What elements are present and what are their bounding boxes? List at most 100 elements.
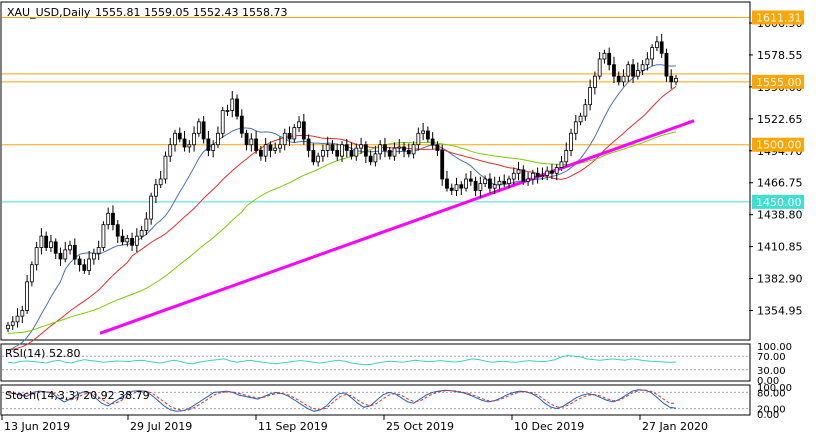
candle-body (468, 178, 473, 182)
candle-body (211, 144, 216, 151)
candle-body (354, 147, 359, 157)
candle-body (53, 241, 58, 254)
candle-body (511, 172, 516, 180)
x-tick-label: 29 Jul 2019 (130, 420, 192, 433)
candle-body (311, 150, 316, 163)
price-label-text: 1450.00 (756, 196, 802, 209)
candle-body (297, 121, 301, 128)
candle-body (631, 64, 635, 77)
candle-body (359, 144, 363, 149)
candle-body (196, 121, 201, 134)
candle-body (655, 41, 659, 48)
y-tick-label: 1382.90 (757, 273, 803, 286)
candle-body (540, 175, 545, 178)
candle-body (225, 110, 230, 112)
candle-body (383, 144, 387, 151)
candle-body (607, 52, 612, 66)
candle-body (301, 121, 306, 140)
candle-body (330, 144, 335, 151)
candle-body (77, 258, 82, 266)
candle-body (387, 150, 392, 157)
stoch-tick-label: 0.00 (757, 410, 779, 421)
candle-body (216, 132, 220, 146)
candle-body (91, 252, 96, 260)
candle-body (325, 144, 330, 151)
candle-body (344, 144, 349, 151)
candle-body (349, 150, 354, 157)
chart-root: 1606.501578.551550.601522.651494.701466.… (0, 0, 822, 438)
candle-body (292, 127, 297, 140)
candle-body (44, 235, 49, 248)
candle-body (483, 178, 488, 184)
candle-body (440, 150, 445, 180)
candle-body (87, 258, 92, 271)
candle-body (550, 170, 554, 174)
y-tick-label: 1578.55 (757, 49, 803, 62)
candle-body (115, 224, 120, 237)
candle-body (521, 169, 526, 182)
candle-body (82, 264, 87, 271)
candle-body (464, 178, 468, 189)
candle-body (68, 244, 72, 251)
x-tick-label: 27 Jan 2020 (642, 420, 708, 433)
candle-body (373, 153, 378, 163)
candle-body (554, 167, 559, 174)
candle-body (406, 150, 411, 155)
price-label-text: 1611.31 (756, 12, 802, 25)
x-tick-label: 10 Dec 2019 (514, 420, 584, 433)
candle-body (254, 138, 259, 151)
x-tick-label: 13 Jun 2019 (4, 420, 70, 433)
candle-body (20, 310, 25, 317)
candle-body (473, 180, 478, 191)
candle-body (96, 247, 101, 254)
candle-body (63, 249, 68, 260)
candle-body (163, 155, 168, 180)
candle-body (106, 212, 111, 226)
candle-body (49, 241, 53, 248)
y-tick-label: 1438.80 (757, 209, 803, 222)
candle-body (659, 41, 664, 54)
candle-body (640, 64, 645, 71)
candle-body (282, 132, 287, 146)
candle-body (120, 235, 125, 243)
candle-body (650, 47, 655, 60)
candle-body (268, 144, 273, 151)
candle-body (111, 212, 115, 226)
candle-body (206, 138, 211, 151)
candle-body (502, 180, 507, 184)
candle-body (340, 144, 344, 157)
candle-body (149, 195, 154, 220)
candle-body (168, 144, 173, 157)
ohlc-label: 1555.81 1559.05 1552.43 1558.73 (95, 6, 287, 19)
candle-body (258, 150, 263, 157)
candle-body (597, 58, 602, 77)
symbol-label: XAU_USD,Daily (7, 6, 91, 19)
price-label-text: 1555.00 (756, 76, 802, 89)
candle-body (239, 115, 244, 134)
candle-body (416, 132, 421, 146)
candle-body (249, 138, 254, 146)
candle-body (411, 144, 416, 155)
candle-body (392, 147, 397, 157)
candle-body (588, 87, 593, 106)
candle-body (507, 178, 511, 184)
candle-body (449, 187, 454, 191)
candle-body (39, 235, 44, 248)
candle-body (545, 170, 550, 176)
candle-body (335, 150, 340, 157)
candle-body (134, 235, 139, 246)
candle-body (144, 218, 149, 231)
candle-body (130, 238, 134, 246)
candle-body (645, 58, 650, 66)
candle-body (187, 144, 192, 148)
candle-body (478, 183, 483, 191)
candle-body (230, 98, 235, 111)
candle-body (177, 132, 182, 140)
candle-body (10, 321, 15, 326)
candle-body (402, 146, 406, 151)
y-tick-label: 1466.75 (757, 177, 803, 190)
candle-body (664, 52, 669, 77)
candle-body (101, 224, 106, 248)
candle-body (278, 144, 282, 149)
y-tick-label: 1410.85 (757, 241, 803, 254)
